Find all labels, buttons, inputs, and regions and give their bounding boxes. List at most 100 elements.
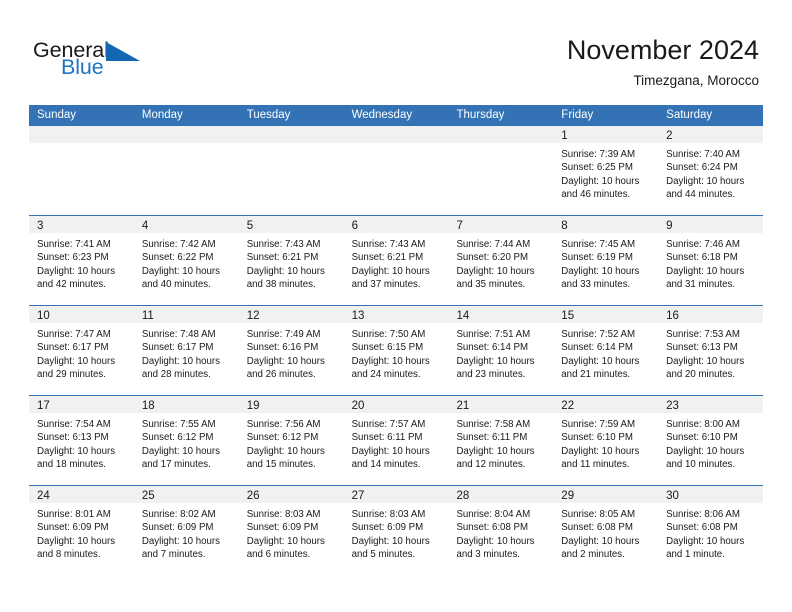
sunset-text: Sunset: 6:12 PM xyxy=(246,432,319,444)
day-cell[interactable]: 24 Sunrise: 8:01 AM Sunset: 6:09 PM Dayl… xyxy=(29,486,134,575)
daylight-text-line1: Daylight: 10 hours xyxy=(561,535,640,547)
sunset-text: Sunset: 6:08 PM xyxy=(666,522,738,534)
day-cell[interactable]: 4 Sunrise: 7:42 AM Sunset: 6:22 PM Dayli… xyxy=(133,216,239,305)
day-cell[interactable]: 26 Sunrise: 8:03 AM Sunset: 6:09 PM Dayl… xyxy=(238,486,344,575)
daylight-text-line2: and 1 minute. xyxy=(666,549,725,561)
sunset-text: Sunset: 6:09 PM xyxy=(141,522,214,534)
day-cell[interactable]: 17 Sunrise: 7:54 AM Sunset: 6:13 PM Dayl… xyxy=(29,396,134,485)
day-cell[interactable] xyxy=(133,126,239,215)
sunrise-text: Sunrise: 8:04 AM xyxy=(456,509,531,520)
day-details: Sunrise: 7:42 AM Sunset: 6:22 PM Dayligh… xyxy=(134,233,239,292)
day-number-band: 15 xyxy=(553,306,659,323)
day-cell[interactable]: 21 Sunrise: 7:58 AM Sunset: 6:11 PM Dayl… xyxy=(448,396,554,485)
day-cell[interactable]: 16 Sunrise: 7:53 AM Sunset: 6:13 PM Dayl… xyxy=(658,306,764,395)
title-block: November 2024 Timezgana, Morocco xyxy=(567,33,759,91)
day-number-band: 5 xyxy=(238,216,344,233)
daylight-text-line2: and 35 minutes. xyxy=(456,279,526,291)
sunrise-text: Sunrise: 8:02 AM xyxy=(141,509,216,520)
day-cell[interactable]: 2 Sunrise: 7:40 AM Sunset: 6:24 PM Dayli… xyxy=(658,126,764,215)
day-details: Sunrise: 7:39 AM Sunset: 6:25 PM Dayligh… xyxy=(553,143,658,202)
day-cell[interactable]: 11 Sunrise: 7:48 AM Sunset: 6:17 PM Dayl… xyxy=(133,306,239,395)
sunset-text: Sunset: 6:20 PM xyxy=(456,252,529,264)
daylight-text-line1: Daylight: 10 hours xyxy=(37,355,116,367)
day-cell[interactable]: 1 Sunrise: 7:39 AM Sunset: 6:25 PM Dayli… xyxy=(553,126,659,215)
sunrise-text: Sunrise: 7:41 AM xyxy=(37,239,111,250)
day-cell[interactable]: 20 Sunrise: 7:57 AM Sunset: 6:11 PM Dayl… xyxy=(343,396,449,485)
day-number: 18 xyxy=(141,400,155,412)
day-number: 1 xyxy=(561,130,568,142)
day-cell[interactable]: 12 Sunrise: 7:49 AM Sunset: 6:16 PM Dayl… xyxy=(238,306,344,395)
daylight-text-line1: Daylight: 10 hours xyxy=(561,355,640,367)
daylight-text-line1: Daylight: 10 hours xyxy=(37,265,116,277)
day-number: 9 xyxy=(666,220,673,232)
sunset-text: Sunset: 6:09 PM xyxy=(37,522,109,534)
sunset-text: Sunset: 6:10 PM xyxy=(561,432,633,444)
day-details: Sunrise: 8:02 AM Sunset: 6:09 PM Dayligh… xyxy=(134,503,239,562)
daylight-text-line1: Daylight: 10 hours xyxy=(246,355,325,367)
day-cell[interactable]: 23 Sunrise: 8:00 AM Sunset: 6:10 PM Dayl… xyxy=(658,396,764,485)
day-number-band: 18 xyxy=(133,396,239,413)
sunrise-text: Sunrise: 7:50 AM xyxy=(351,329,426,340)
day-cell[interactable] xyxy=(238,126,344,215)
week-row: 1 Sunrise: 7:39 AM Sunset: 6:25 PM Dayli… xyxy=(29,126,764,215)
day-cell[interactable]: 29 Sunrise: 8:05 AM Sunset: 6:08 PM Dayl… xyxy=(553,486,659,575)
day-cell[interactable]: 18 Sunrise: 7:55 AM Sunset: 6:12 PM Dayl… xyxy=(133,396,239,485)
daylight-text-line2: and 3 minutes. xyxy=(456,549,520,561)
day-details: Sunrise: 7:40 AM Sunset: 6:24 PM Dayligh… xyxy=(658,143,763,202)
sunset-text: Sunset: 6:21 PM xyxy=(351,252,424,264)
day-details: Sunrise: 8:05 AM Sunset: 6:08 PM Dayligh… xyxy=(553,503,658,562)
day-number: 19 xyxy=(246,400,260,412)
day-cell[interactable] xyxy=(29,126,134,215)
day-number: 22 xyxy=(561,400,575,412)
sunset-text: Sunset: 6:12 PM xyxy=(141,432,214,444)
sunset-text: Sunset: 6:13 PM xyxy=(666,342,738,354)
day-number-band xyxy=(133,126,239,143)
daylight-text-line2: and 12 minutes. xyxy=(456,459,526,471)
day-cell[interactable]: 3 Sunrise: 7:41 AM Sunset: 6:23 PM Dayli… xyxy=(29,216,134,305)
day-cell[interactable]: 6 Sunrise: 7:43 AM Sunset: 6:21 PM Dayli… xyxy=(343,216,449,305)
sunrise-text: Sunrise: 7:43 AM xyxy=(351,239,426,250)
day-cell[interactable]: 27 Sunrise: 8:03 AM Sunset: 6:09 PM Dayl… xyxy=(343,486,449,575)
day-details: Sunrise: 7:57 AM Sunset: 6:11 PM Dayligh… xyxy=(344,413,449,472)
sunset-text: Sunset: 6:11 PM xyxy=(456,432,528,444)
day-cell[interactable] xyxy=(343,126,449,215)
day-details: Sunrise: 8:04 AM Sunset: 6:08 PM Dayligh… xyxy=(448,503,553,562)
sunrise-text: Sunrise: 7:55 AM xyxy=(141,419,216,430)
day-cell[interactable]: 8 Sunrise: 7:45 AM Sunset: 6:19 PM Dayli… xyxy=(553,216,659,305)
day-cell[interactable]: 13 Sunrise: 7:50 AM Sunset: 6:15 PM Dayl… xyxy=(343,306,449,395)
day-cell[interactable]: 22 Sunrise: 7:59 AM Sunset: 6:10 PM Dayl… xyxy=(553,396,659,485)
day-number: 16 xyxy=(666,310,679,322)
daylight-text-line2: and 26 minutes. xyxy=(246,369,316,381)
day-number-band: 23 xyxy=(658,396,764,413)
sunrise-text: Sunrise: 8:01 AM xyxy=(37,509,111,520)
sunrise-text: Sunrise: 7:39 AM xyxy=(561,149,636,160)
day-cell[interactable]: 10 Sunrise: 7:47 AM Sunset: 6:17 PM Dayl… xyxy=(29,306,134,395)
day-cell[interactable]: 25 Sunrise: 8:02 AM Sunset: 6:09 PM Dayl… xyxy=(133,486,239,575)
day-number-band xyxy=(343,126,449,143)
day-number-band xyxy=(448,126,554,143)
day-cell[interactable]: 19 Sunrise: 7:56 AM Sunset: 6:12 PM Dayl… xyxy=(238,396,344,485)
day-number-band: 14 xyxy=(448,306,554,323)
sunset-text: Sunset: 6:22 PM xyxy=(141,252,214,264)
day-number-band: 8 xyxy=(553,216,659,233)
day-cell[interactable]: 9 Sunrise: 7:46 AM Sunset: 6:18 PM Dayli… xyxy=(658,216,764,305)
day-number-band: 27 xyxy=(343,486,449,503)
day-cell[interactable]: 7 Sunrise: 7:44 AM Sunset: 6:20 PM Dayli… xyxy=(448,216,554,305)
week-row: 3 Sunrise: 7:41 AM Sunset: 6:23 PM Dayli… xyxy=(29,215,764,305)
day-cell[interactable]: 30 Sunrise: 8:06 AM Sunset: 6:08 PM Dayl… xyxy=(658,486,764,575)
day-cell[interactable] xyxy=(448,126,554,215)
daylight-text-line2: and 37 minutes. xyxy=(351,279,421,291)
day-cell[interactable]: 5 Sunrise: 7:43 AM Sunset: 6:21 PM Dayli… xyxy=(238,216,344,305)
day-number: 13 xyxy=(351,310,365,322)
daylight-text-line1: Daylight: 10 hours xyxy=(561,445,640,457)
sunrise-text: Sunrise: 7:48 AM xyxy=(141,329,216,340)
day-cell[interactable]: 15 Sunrise: 7:52 AM Sunset: 6:14 PM Dayl… xyxy=(553,306,659,395)
day-number-band: 3 xyxy=(29,216,134,233)
sunrise-text: Sunrise: 7:58 AM xyxy=(456,419,531,430)
day-cell[interactable]: 14 Sunrise: 7:51 AM Sunset: 6:14 PM Dayl… xyxy=(448,306,554,395)
sunrise-text: Sunrise: 7:44 AM xyxy=(456,239,531,250)
daylight-text-line1: Daylight: 10 hours xyxy=(666,535,745,547)
daylight-text-line2: and 18 minutes. xyxy=(37,459,106,471)
day-number-band: 16 xyxy=(658,306,764,323)
day-cell[interactable]: 28 Sunrise: 8:04 AM Sunset: 6:08 PM Dayl… xyxy=(448,486,554,575)
